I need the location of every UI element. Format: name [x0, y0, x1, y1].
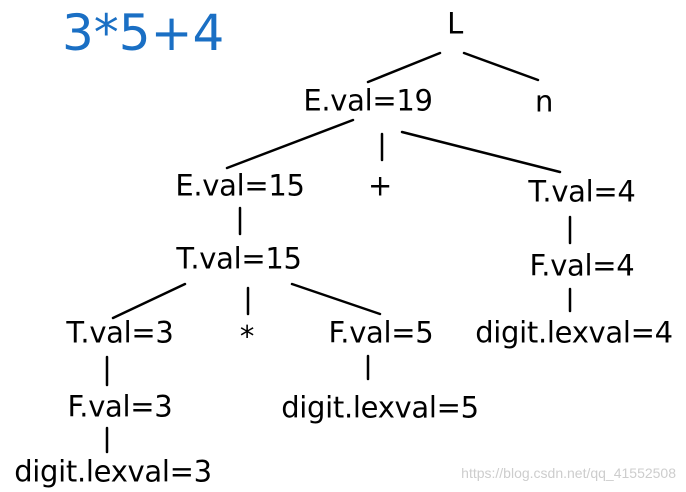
node-digit-lexval-3: digit.lexval=3	[14, 454, 212, 489]
node-e-val-19: E.val=19	[303, 83, 433, 118]
edge-l-to-n	[462, 51, 540, 82]
edge-t15-to-t3	[111, 282, 187, 320]
node-t-val-4: T.val=4	[528, 174, 636, 209]
node-e-val-15: E.val=15	[175, 168, 305, 203]
node-f-val-4: F.val=4	[529, 248, 635, 283]
node-n: n	[534, 84, 554, 119]
node-plus: +	[368, 168, 392, 203]
edge-e19-to-e15	[225, 118, 355, 170]
node-star: *	[239, 319, 255, 354]
edge-l-to-e19	[366, 51, 442, 84]
parse-tree-canvas: 3*5+4 L E.val=19 n E.val=15 + T.val=4 T.…	[0, 0, 686, 492]
node-digit-lexval-4: digit.lexval=4	[475, 315, 673, 350]
node-t-val-3: T.val=3	[66, 315, 174, 350]
node-f-val-5: F.val=5	[328, 315, 434, 350]
node-l: L	[447, 6, 463, 41]
watermark-text: https://blog.csdn.net/qq_41552508	[461, 465, 676, 481]
node-f-val-3: F.val=3	[67, 389, 173, 424]
edge-t15-to-f5	[290, 282, 382, 316]
edge-e19-to-t4	[400, 130, 562, 174]
node-digit-lexval-5: digit.lexval=5	[281, 390, 479, 425]
node-t-val-15: T.val=15	[176, 241, 302, 276]
